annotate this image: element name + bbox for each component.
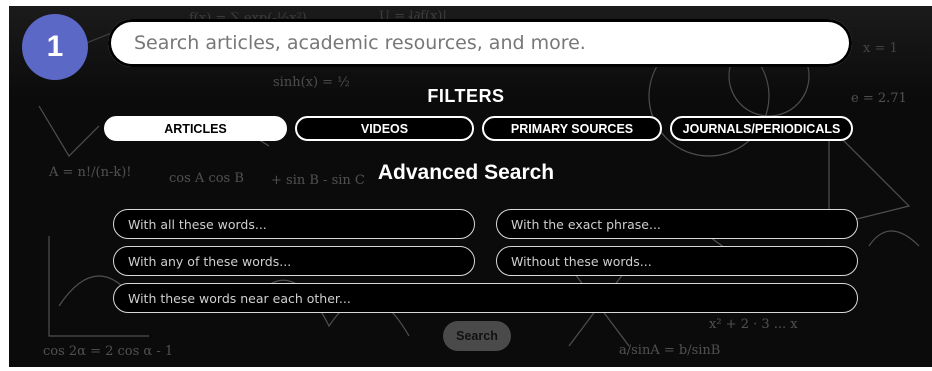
svg-text:a/sinA = b/sinB: a/sinA = b/sinB: [619, 343, 720, 358]
without-words-field[interactable]: [496, 246, 858, 276]
near-words-field[interactable]: [113, 283, 858, 313]
exact-phrase-field[interactable]: [496, 209, 858, 239]
svg-text:cos 2α = 2 cos α - 1: cos 2α = 2 cos α - 1: [43, 344, 173, 359]
search-button[interactable]: Search: [443, 321, 511, 351]
filter-primary-sources[interactable]: PRIMARY SOURCES: [482, 116, 662, 141]
filter-journals-periodicals[interactable]: JOURNALS/PERIODICALS: [670, 116, 853, 141]
near-words-input[interactable]: [126, 289, 857, 307]
filter-videos[interactable]: VIDEOS: [295, 116, 474, 141]
any-words-input[interactable]: [126, 252, 474, 270]
filter-tabs: ARTICLES VIDEOS PRIMARY SOURCES JOURNALS…: [104, 116, 853, 141]
without-words-input[interactable]: [509, 252, 857, 270]
step-badge: 1: [22, 14, 88, 80]
all-words-input[interactable]: [126, 215, 474, 233]
svg-text:x² + 2 · 3 ... x: x² + 2 · 3 ... x: [709, 317, 798, 332]
advanced-search-heading: Advanced Search: [377, 161, 555, 184]
main-search-input[interactable]: [132, 22, 826, 64]
any-words-field[interactable]: [113, 246, 475, 276]
filter-articles[interactable]: ARTICLES: [104, 116, 287, 141]
main-search-bar[interactable]: [108, 19, 852, 67]
exact-phrase-input[interactable]: [509, 215, 857, 233]
all-words-field[interactable]: [113, 209, 475, 239]
filters-heading: FILTERS: [427, 86, 505, 106]
